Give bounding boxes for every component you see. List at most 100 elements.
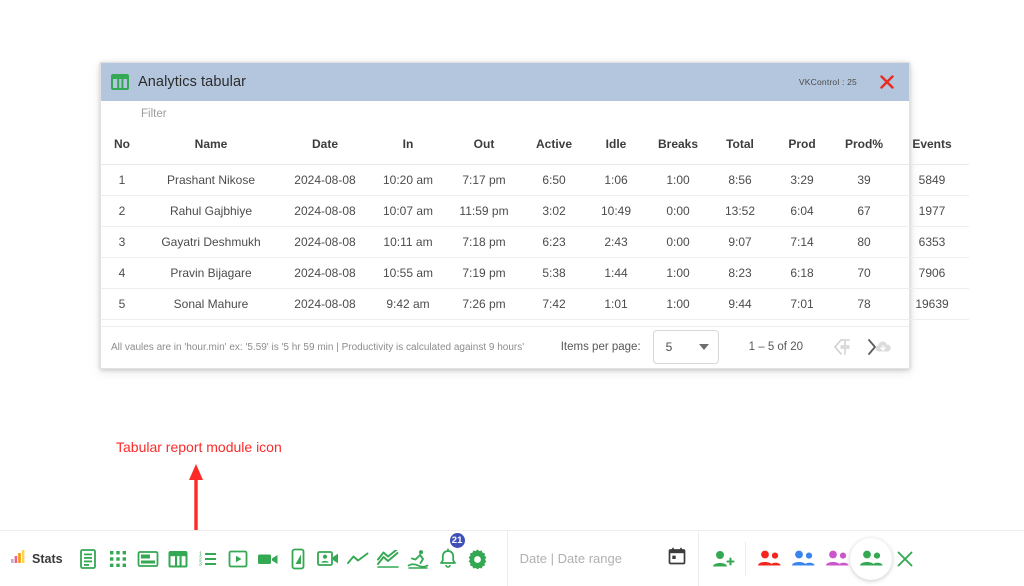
cell-events: 7906 <box>895 257 969 289</box>
person-add-icon[interactable] <box>709 541 739 577</box>
cell-out: 7:17 pm <box>445 164 523 196</box>
trending-chart-icon[interactable] <box>373 541 403 577</box>
dashboard-layout-icon[interactable] <box>133 541 163 577</box>
cell-idle: 1:06 <box>585 164 647 196</box>
table-chart-icon[interactable] <box>163 541 193 577</box>
cell-prodpct: 70 <box>833 257 895 289</box>
filter-row[interactable]: Filter <box>101 101 909 127</box>
cell-breaks: 1:00 <box>647 257 709 289</box>
pin-icon[interactable] <box>835 337 857 359</box>
cell-no: 1 <box>101 164 143 196</box>
notifications-bell-icon[interactable]: 21 <box>433 531 466 577</box>
col-header-no[interactable]: No <box>101 127 143 165</box>
calendar-icon[interactable] <box>668 547 686 570</box>
cell-idle: 10:49 <box>585 195 647 227</box>
cell-date: 2024-08-08 <box>279 226 371 258</box>
cell-breaks: 1:00 <box>647 164 709 196</box>
video-camera-icon[interactable] <box>253 541 283 577</box>
group-green-icon[interactable] <box>849 537 892 580</box>
cell-idle: 1:01 <box>585 288 647 320</box>
cell-date: 2024-08-08 <box>279 288 371 320</box>
cell-active: 3:02 <box>523 195 585 227</box>
cell-name: Rahul Gajbhiye <box>143 195 279 227</box>
cell-prodpct: 67 <box>833 195 895 227</box>
toolbar-divider <box>744 541 746 576</box>
notes-icon[interactable] <box>73 541 103 577</box>
cell-no: 5 <box>101 288 143 320</box>
dialog-footer: All vaules are in 'hour.min' ex: '5.59' … <box>101 326 909 368</box>
account-label: VKControl : 25 <box>798 77 857 87</box>
cell-no: 2 <box>101 195 143 227</box>
table-head: No Name Date In Out Active Idle Breaks T… <box>101 127 969 165</box>
dialog-titlebar: Analytics tabular VKControl : 25 <box>101 63 909 101</box>
annotation-label: Tabular report module icon <box>116 439 282 455</box>
close-icon[interactable] <box>888 539 922 579</box>
cell-prod: 6:04 <box>771 195 833 227</box>
group-blue-icon[interactable] <box>786 539 820 579</box>
cell-active: 6:50 <box>523 164 585 196</box>
cell-active: 5:38 <box>523 257 585 289</box>
cell-no: 3 <box>101 226 143 258</box>
cell-events: 1977 <box>895 195 969 227</box>
ordered-list-icon[interactable]: 123 <box>193 541 223 577</box>
video-contact-icon[interactable] <box>313 541 343 577</box>
table-header-row: No Name Date In Out Active Idle Breaks T… <box>101 127 969 165</box>
group-purple-icon[interactable] <box>820 539 854 579</box>
cell-prod: 6:18 <box>771 257 833 289</box>
table-row[interactable]: 4 Pravin Bijagare 2024-08-08 10:55 am 7:… <box>101 257 969 289</box>
cell-breaks: 1:00 <box>647 288 709 320</box>
col-header-prod[interactable]: Prod <box>771 127 833 165</box>
cell-in: 10:07 am <box>371 195 445 227</box>
col-header-name[interactable]: Name <box>143 127 279 165</box>
col-header-idle[interactable]: Idle <box>585 127 647 165</box>
apps-grid-icon[interactable] <box>103 541 133 577</box>
cell-name: Prashant Nikose <box>143 164 279 196</box>
slideshow-icon[interactable] <box>223 541 253 577</box>
cell-active: 6:23 <box>523 226 585 258</box>
table-body: 1 Prashant Nikose 2024-08-08 10:20 am 7:… <box>101 164 969 320</box>
cell-prod: 7:01 <box>771 288 833 320</box>
cell-out: 7:19 pm <box>445 257 523 289</box>
svg-text:3: 3 <box>199 561 202 567</box>
cell-date: 2024-08-08 <box>279 164 371 196</box>
cell-events: 19639 <box>895 288 969 320</box>
col-header-events[interactable]: Events <box>895 127 969 165</box>
cell-events: 5849 <box>895 164 969 196</box>
cell-name: Pravin Bijagare <box>143 257 279 289</box>
col-header-in[interactable]: In <box>371 127 445 165</box>
table-row[interactable]: 2 Rahul Gajbhiye 2024-08-08 10:07 am 11:… <box>101 195 969 227</box>
gear-icon[interactable] <box>463 541 493 577</box>
date-range-field[interactable]: Date | Date range <box>506 530 699 586</box>
bar-chart-icon <box>10 548 27 569</box>
col-header-out[interactable]: Out <box>445 127 523 165</box>
col-header-date[interactable]: Date <box>279 127 371 165</box>
analytics-table: No Name Date In Out Active Idle Breaks T… <box>101 127 969 320</box>
cell-prodpct: 78 <box>833 288 895 320</box>
col-header-total[interactable]: Total <box>709 127 771 165</box>
cell-idle: 1:44 <box>585 257 647 289</box>
table-row[interactable]: 5 Sonal Mahure 2024-08-08 9:42 am 7:26 p… <box>101 288 969 320</box>
surfer-activity-icon[interactable] <box>403 541 433 577</box>
col-header-prodpct[interactable]: Prod% <box>833 127 895 165</box>
dialog-title: Analytics tabular <box>138 74 247 90</box>
cell-breaks: 0:00 <box>647 195 709 227</box>
table-row[interactable]: 1 Prashant Nikose 2024-08-08 10:20 am 7:… <box>101 164 969 196</box>
cell-active: 7:42 <box>523 288 585 320</box>
cell-total: 9:07 <box>709 226 771 258</box>
col-header-active[interactable]: Active <box>523 127 585 165</box>
cell-idle: 2:43 <box>585 226 647 258</box>
stats-button[interactable]: Stats <box>0 548 63 569</box>
cell-total: 13:52 <box>709 195 771 227</box>
date-range-placeholder: Date | Date range <box>519 551 622 566</box>
screen: Analytics tabular VKControl : 25 Filter … <box>0 0 1024 586</box>
table-row[interactable]: 3 Gayatri Deshmukh 2024-08-08 10:11 am 7… <box>101 226 969 258</box>
group-red-icon[interactable] <box>752 539 786 579</box>
cell-in: 10:20 am <box>371 164 445 196</box>
col-header-breaks[interactable]: Breaks <box>647 127 709 165</box>
close-icon[interactable] <box>877 72 897 92</box>
line-chart-icon[interactable] <box>343 541 373 577</box>
cell-breaks: 0:00 <box>647 226 709 258</box>
footer-note: All vaules are in 'hour.min' ex: '5.59' … <box>111 342 525 353</box>
mobile-device-icon[interactable] <box>283 541 313 577</box>
cloud-download-icon[interactable] <box>873 337 895 359</box>
